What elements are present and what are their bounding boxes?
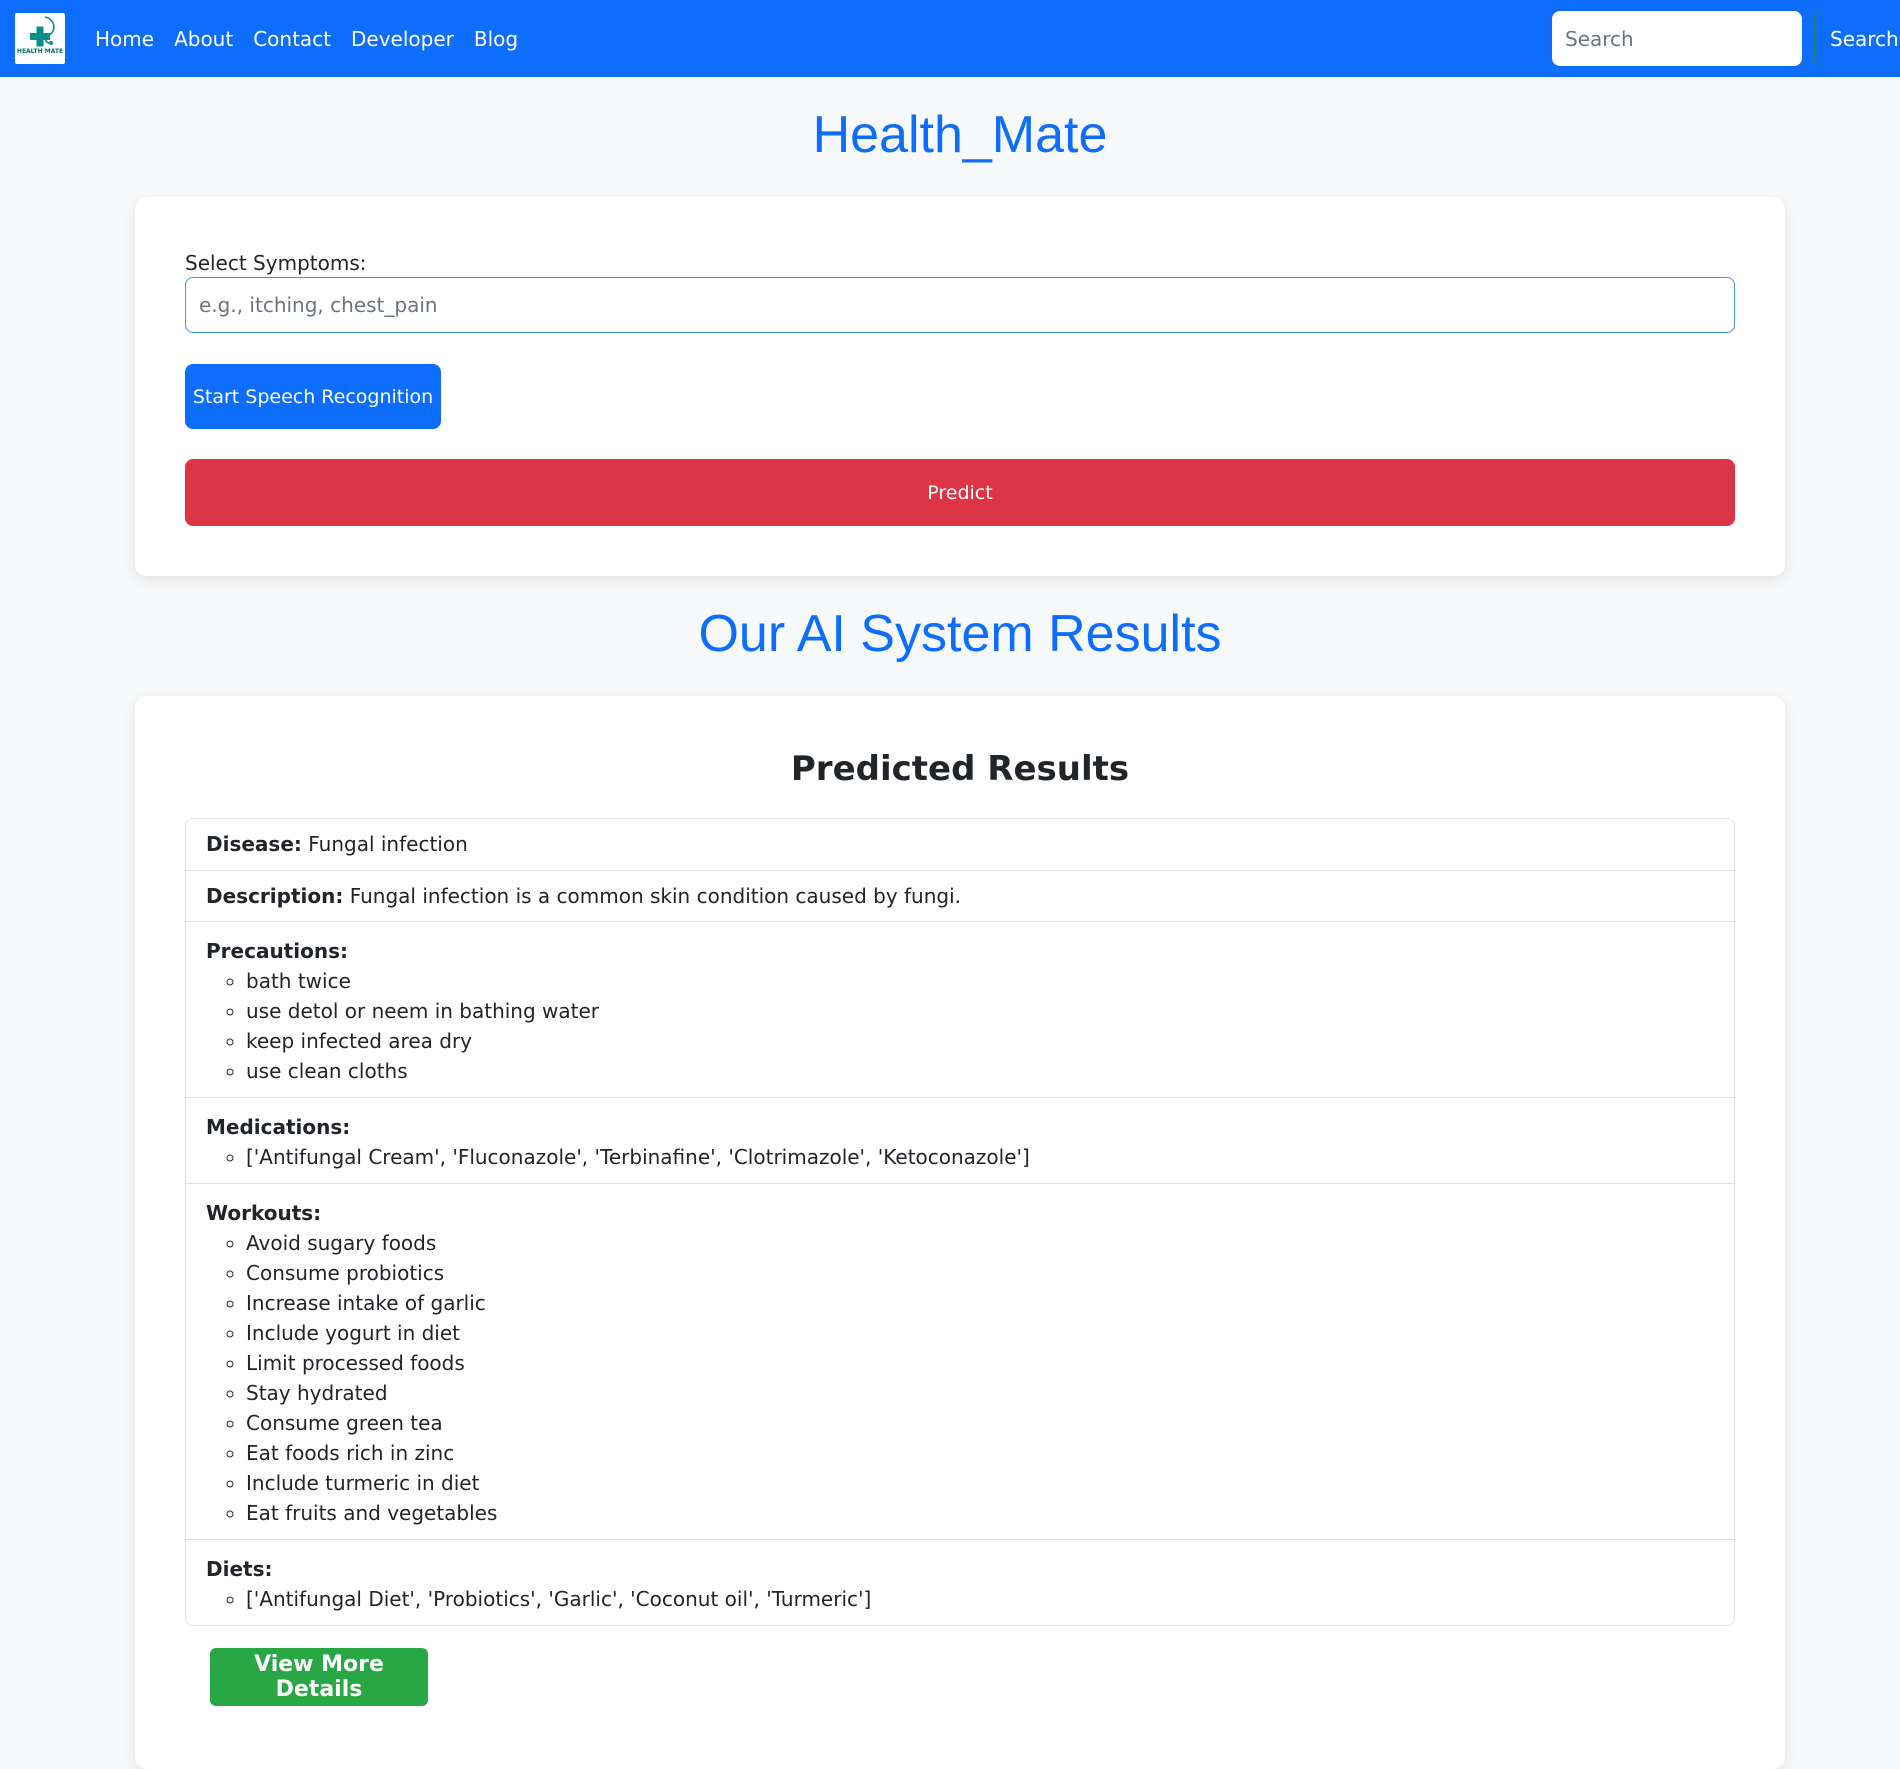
precautions-list: bath twice use detol or neem in bathing … [206, 966, 1714, 1086]
list-item: Avoid sugary foods [246, 1228, 1714, 1258]
predict-button[interactable]: Predict [185, 459, 1735, 526]
disease-label: Disease: [206, 832, 302, 856]
search-input[interactable] [1552, 11, 1802, 66]
list-item: use clean cloths [246, 1056, 1714, 1086]
speech-recognition-button[interactable]: Start Speech Recognition [185, 364, 441, 429]
description-label: Description: [206, 884, 344, 908]
diets-item: Diets: ['Antifungal Diet', 'Probiotics',… [186, 1539, 1734, 1625]
section-title: Our AI System Results [698, 605, 1222, 663]
nav-links: Home About Contact Developer Blog [95, 0, 538, 77]
list-item: Increase intake of garlic [246, 1288, 1714, 1318]
nav-link-about[interactable]: About [174, 27, 233, 51]
list-item: Eat foods rich in zinc [246, 1438, 1714, 1468]
logo-text: HEALTH MATE [16, 48, 64, 55]
nav-link-contact[interactable]: Contact [253, 27, 331, 51]
precautions-item: Precautions: bath twice use detol or nee… [186, 921, 1734, 1097]
list-item: Stay hydrated [246, 1378, 1714, 1408]
nav-link-developer[interactable]: Developer [351, 27, 454, 51]
list-item: Limit processed foods [246, 1348, 1714, 1378]
logo[interactable]: HEALTH MATE [15, 13, 65, 64]
results-list: Disease: Fungal infection Description: F… [185, 818, 1735, 1626]
list-item: Consume probiotics [246, 1258, 1714, 1288]
navbar: HEALTH MATE Home About Contact Developer… [0, 0, 1900, 77]
disease-value: Fungal infection [308, 832, 468, 856]
view-more-details-button[interactable]: View More Details [210, 1648, 428, 1706]
symptoms-label: Select Symptoms: [185, 251, 367, 275]
symptom-form-card: Select Symptoms: Start Speech Recognitio… [135, 197, 1785, 576]
description-value: Fungal infection is a common skin condit… [349, 884, 962, 908]
workouts-label: Workouts: [206, 1201, 322, 1225]
nav-link-home[interactable]: Home [95, 27, 154, 51]
health-cross-icon [30, 16, 55, 47]
results-card: Predicted Results Disease: Fungal infect… [135, 696, 1785, 1769]
diets-list: ['Antifungal Diet', 'Probiotics', 'Garli… [206, 1584, 1714, 1614]
list-item: Eat fruits and vegetables [246, 1498, 1714, 1528]
workouts-list: Avoid sugary foods Consume probiotics In… [206, 1228, 1714, 1528]
medications-item: Medications: ['Antifungal Cream', 'Fluco… [186, 1097, 1734, 1183]
results-heading: Predicted Results [790, 749, 1130, 789]
description-item: Description: Fungal infection is a commo… [186, 870, 1734, 921]
list-item: Consume green tea [246, 1408, 1714, 1438]
list-item: ['Antifungal Cream', 'Fluconazole', 'Ter… [246, 1142, 1714, 1172]
workouts-item: Workouts: Avoid sugary foods Consume pro… [186, 1183, 1734, 1539]
symptoms-input[interactable] [185, 277, 1735, 333]
list-item: Include yogurt in diet [246, 1318, 1714, 1348]
disease-item: Disease: Fungal infection [186, 819, 1734, 870]
diets-label: Diets: [206, 1557, 273, 1581]
search-button[interactable]: Search [1814, 11, 1900, 66]
precautions-label: Precautions: [206, 939, 348, 963]
list-item: ['Antifungal Diet', 'Probiotics', 'Garli… [246, 1584, 1714, 1614]
nav-link-blog[interactable]: Blog [474, 27, 518, 51]
medications-label: Medications: [206, 1115, 351, 1139]
list-item: Include turmeric in diet [246, 1468, 1714, 1498]
page-title: Health_Mate [812, 106, 1108, 164]
medications-list: ['Antifungal Cream', 'Fluconazole', 'Ter… [206, 1142, 1714, 1172]
list-item: keep infected area dry [246, 1026, 1714, 1056]
list-item: bath twice [246, 966, 1714, 996]
list-item: use detol or neem in bathing water [246, 996, 1714, 1026]
